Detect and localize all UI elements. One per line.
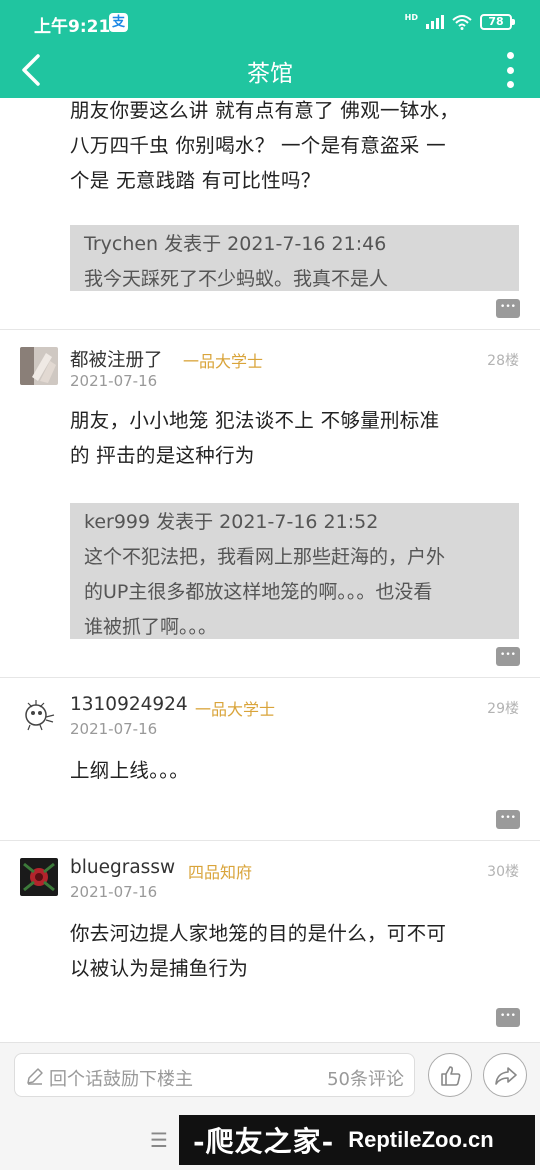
post-date: 2021-07-16	[70, 720, 158, 738]
comment-bar: 回个话鼓励下楼主 50条评论	[0, 1042, 540, 1106]
quote-line: 这个不犯法把，我看网上那些赶海的，户外	[84, 546, 446, 568]
network-type: HD	[404, 13, 418, 22]
floor-number: 30楼	[487, 864, 519, 880]
quote-line: 的UP主很多都放这样地笼的啊。。。也没看	[84, 581, 433, 603]
signal-icon	[426, 15, 444, 29]
watermark-cn: -爬友之家-	[193, 1125, 335, 1158]
rank-badge: 一品大学士	[195, 700, 276, 719]
post-body: 上纲上线。。。	[70, 753, 500, 788]
avatar[interactable]	[20, 347, 58, 385]
post-body: 朋友你要这么讲 就有点有意了 佛观一钵水， 八万四千虫 你别喝水？ 一个是有意盗…	[70, 98, 500, 198]
wifi-icon	[452, 15, 472, 30]
quote-line: 我今天踩死了不少蚂蚁。我真不是人	[84, 268, 389, 290]
username[interactable]: bluegrassw	[70, 857, 175, 878]
quoted-post: ker999 发表于 2021-7-16 21:52 这个不犯法把，我看网上那些…	[70, 503, 519, 639]
post-line: 上纲上线。。。	[70, 759, 190, 782]
app-header: 上午9:21 支 HD 78 茶馆	[0, 0, 540, 98]
post-line: 你去河边提人家地笼的目的是什么，可不可	[70, 922, 447, 945]
pencil-icon	[27, 1068, 43, 1085]
reply-icon[interactable]	[496, 1008, 520, 1027]
username[interactable]: 都被注册了	[70, 346, 163, 372]
divider	[0, 329, 540, 330]
avatar[interactable]	[20, 858, 58, 896]
watermark-en: ReptileZoo.cn	[348, 1127, 494, 1152]
floor-number: 29楼	[487, 701, 519, 717]
reply-icon[interactable]	[496, 647, 520, 666]
quote-line: ker999 发表于 2021-7-16 21:52	[84, 511, 379, 533]
post-body: 朋友，小小地笼 犯法谈不上 不够量刑标准 的 抨击的是这种行为	[70, 403, 500, 473]
post-line: 以被认为是捕鱼行为	[70, 957, 249, 980]
status-time: 上午9:21	[34, 17, 111, 37]
comment-placeholder: 回个话鼓励下楼主	[49, 1069, 193, 1090]
comment-count[interactable]: 50条评论	[327, 1065, 404, 1091]
like-button[interactable]	[428, 1053, 472, 1097]
menu-icon[interactable]: ☰	[150, 1128, 168, 1152]
post-line: 八万四千虫 你别喝水？ 一个是有意盗采 一	[70, 134, 446, 157]
post-line: 的 抨击的是这种行为	[70, 444, 255, 467]
divider	[0, 840, 540, 841]
username[interactable]: 1310924924	[70, 694, 188, 715]
thumbs-up-icon	[441, 1066, 461, 1086]
rank-badge: 一品大学士	[183, 352, 264, 371]
post-line: 朋友你要这么讲 就有点有意了 佛观一钵水，	[70, 99, 460, 122]
status-bar: 上午9:21 支 HD 78	[0, 0, 540, 44]
floor-number: 28楼	[487, 353, 519, 369]
watermark: -爬友之家- ReptileZoo.cn	[179, 1115, 535, 1165]
share-button[interactable]	[483, 1053, 527, 1097]
post-date: 2021-07-16	[70, 883, 158, 901]
page-title: 茶馆	[247, 61, 293, 87]
divider	[0, 677, 540, 678]
comment-input[interactable]: 回个话鼓励下楼主 50条评论	[14, 1053, 415, 1097]
avatar[interactable]	[20, 695, 58, 733]
more-vertical-icon[interactable]	[502, 52, 518, 88]
quote-line: Trychen 发表于 2021-7-16 21:46	[84, 233, 387, 255]
post-line: 朋友，小小地笼 犯法谈不上 不够量刑标准	[70, 409, 440, 432]
post-date: 2021-07-16	[70, 372, 158, 390]
post-body: 你去河边提人家地笼的目的是什么，可不可 以被认为是捕鱼行为	[70, 916, 500, 986]
quote-line: 谁被抓了啊。。。	[84, 616, 218, 638]
quoted-post: Trychen 发表于 2021-7-16 21:46 我今天踩死了不少蚂蚁。我…	[70, 225, 519, 291]
reply-icon[interactable]	[496, 810, 520, 829]
post-line: 个是 无意践踏 有可比性吗？	[70, 169, 321, 192]
rank-badge: 四品知府	[188, 863, 253, 882]
reply-icon[interactable]	[496, 299, 520, 318]
status-indicators: HD 78	[404, 12, 515, 32]
battery-icon: 78	[480, 14, 515, 30]
alipay-icon: 支	[109, 13, 128, 32]
nav-bar: 茶馆	[0, 44, 540, 98]
post-list: 朋友你要这么讲 就有点有意了 佛观一钵水， 八万四千虫 你别喝水？ 一个是有意盗…	[0, 98, 540, 1042]
share-icon	[495, 1067, 517, 1085]
